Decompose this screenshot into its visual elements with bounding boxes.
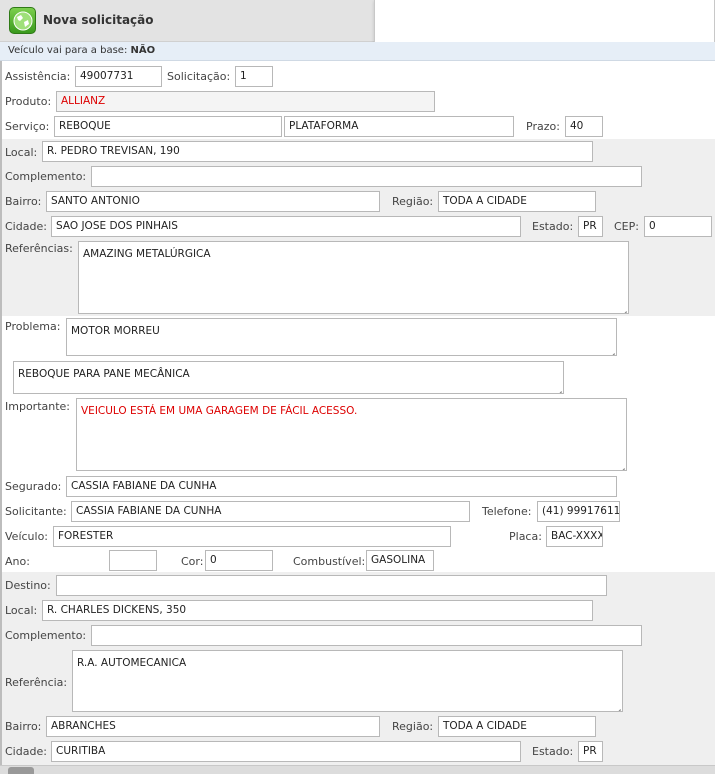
resize-grip-icon[interactable] [617,461,625,469]
referencias-value: AMAZING METALÚRGICA [83,248,211,260]
solicitante-label: Solicitante: [5,505,67,518]
servico-label: Serviço: [5,120,50,133]
footer-icon [8,767,34,774]
combustivel-field[interactable]: GASOLINA [366,550,434,571]
importante-label: Importante: [5,400,71,413]
destino-regiao-label: Região: [392,720,434,733]
telefone-label: Telefone: [482,505,532,518]
servico-field-1[interactable]: REBOQUE [54,116,282,137]
destino-label: Destino: [5,579,51,592]
resize-grip-icon[interactable] [554,384,562,392]
resize-grip-icon[interactable] [619,304,627,312]
placa-label: Placa: [509,530,542,543]
assistencia-field[interactable]: 49007731 [75,66,162,87]
ano-field[interactable] [109,550,157,571]
destino-local-field[interactable]: R. CHARLES DICKENS, 350 [42,600,593,621]
solicitacao-label: Solicitação: [167,70,231,83]
importante-value: VEICULO ESTÁ EM UMA GARAGEM DE FÁCIL ACE… [81,405,358,417]
referencias-label: Referências: [5,242,73,255]
destino-bairro-label: Bairro: [5,720,42,733]
resize-grip-icon[interactable] [607,346,615,354]
segurado-label: Segurado: [5,480,62,493]
solicitacao-field[interactable]: 1 [235,66,273,87]
telefone-field[interactable]: (41) 999176111 [537,501,620,522]
importante-textarea[interactable]: VEICULO ESTÁ EM UMA GARAGEM DE FÁCIL ACE… [76,398,627,471]
combustivel-label: Combustível: [293,555,366,568]
regiao-field[interactable]: TODA A CIDADE [438,191,596,212]
problema-textarea[interactable]: MOTOR MORREU [66,318,617,356]
assistencia-label: Assistência: [5,70,71,83]
veiculo-field[interactable]: FORESTER [53,526,451,547]
destino-regiao-field[interactable]: TODA A CIDADE [438,716,596,737]
destino-estado-label: Estado: [532,745,574,758]
resize-grip-icon[interactable] [613,702,621,710]
destino-referencia-textarea[interactable]: R.A. AUTOMECANICA [72,650,623,712]
complemento-field[interactable] [91,166,642,187]
estado-label: Estado: [532,220,574,233]
complemento-label: Complemento: [5,170,87,183]
cor-field[interactable]: 0 [205,550,273,571]
referencias-textarea[interactable]: AMAZING METALÚRGICA [78,241,629,314]
destino-cidade-field[interactable]: CURITIBA [51,741,521,762]
bairro-field[interactable]: SANTO ANTONIO [46,191,380,212]
solicitante-field[interactable]: CASSIA FABIANE DA CUNHA [71,501,470,522]
globe-icon [9,7,36,34]
base-value: NÃO [130,45,156,56]
destino-field[interactable] [56,575,607,596]
footer-strip [0,765,715,774]
problema-detail-value: REBOQUE PARA PANE MECÂNICA [18,368,190,380]
problema-label: Problema: [5,320,61,333]
cor-label: Cor: [181,555,204,568]
segurado-field[interactable]: CASSIA FABIANE DA CUNHA [66,476,617,497]
base-label: Veículo vai para a base: [8,45,128,56]
servico-field-2[interactable]: PLATAFORMA [284,116,514,137]
destino-local-label: Local: [5,604,38,617]
destino-complemento-label: Complemento: [5,629,87,642]
produto-label: Produto: [5,95,52,108]
destino-cidade-label: Cidade: [5,745,47,758]
problema-detail-textarea[interactable]: REBOQUE PARA PANE MECÂNICA [13,361,564,394]
cep-field[interactable]: 0 [644,216,712,237]
page-title: Nova solicitação [43,13,154,27]
local-field[interactable]: R. PEDRO TREVISAN, 190 [42,141,593,162]
prazo-field[interactable]: 40 [565,116,603,137]
destino-estado-field[interactable]: PR [578,741,603,762]
local-label: Local: [5,146,38,159]
bairro-label: Bairro: [5,195,42,208]
destino-complemento-field[interactable] [91,625,642,646]
cidade-label: Cidade: [5,220,47,233]
problema-value: MOTOR MORREU [71,325,160,337]
veiculo-label: Veículo: [5,530,49,543]
prazo-label: Prazo: [526,120,560,133]
estado-field[interactable]: PR [578,216,603,237]
ano-label: Ano: [5,555,30,568]
destino-referencia-value: R.A. AUTOMECANICA [77,657,187,669]
cep-label: CEP: [614,220,639,233]
produto-field[interactable]: ALLIANZ [56,91,435,112]
cidade-field[interactable]: SAO JOSE DOS PINHAIS [51,216,521,237]
base-status-bar: Veículo vai para a base: NÃO [0,42,715,61]
regiao-label: Região: [392,195,434,208]
placa-field[interactable]: BAC-XXXX [546,526,603,547]
destino-referencia-label: Referência: [5,676,68,689]
destino-bairro-field[interactable]: ABRANCHES [46,716,380,737]
